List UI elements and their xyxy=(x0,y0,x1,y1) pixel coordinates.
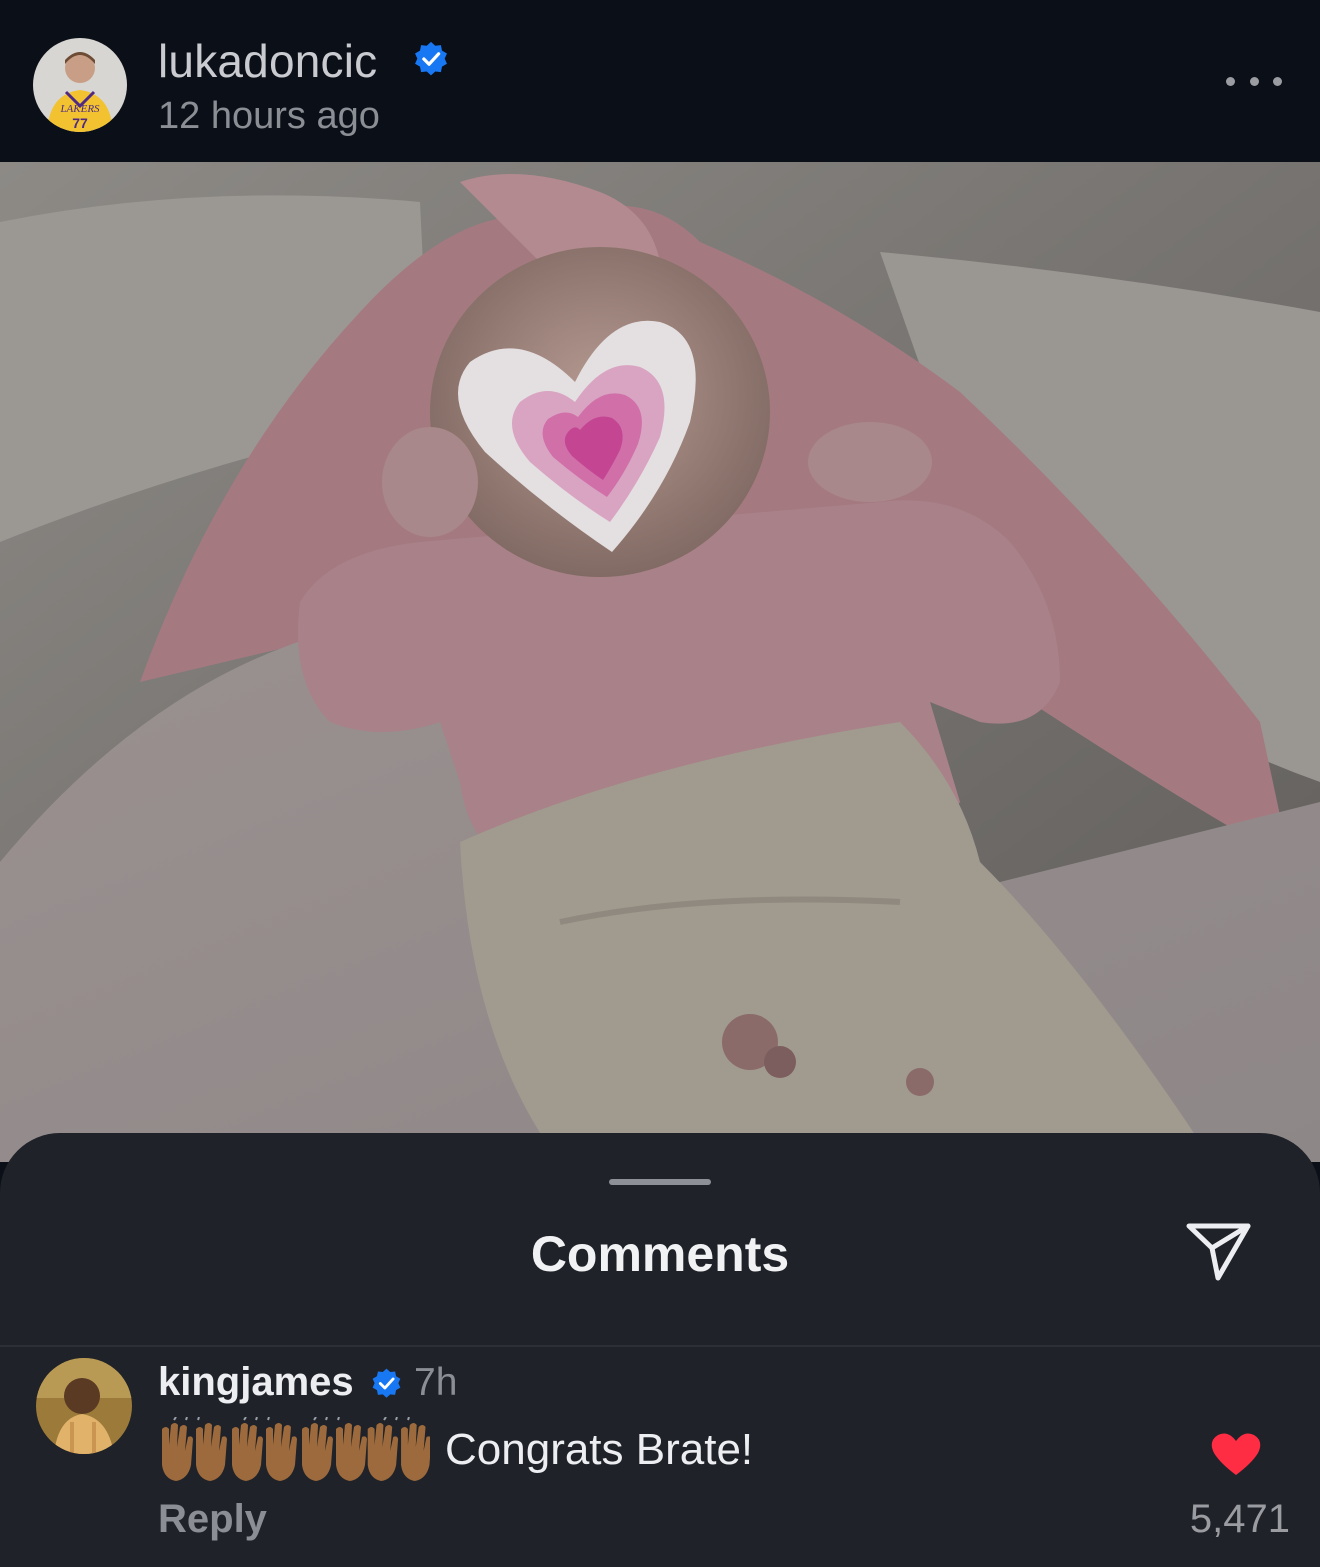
comment-item: kingjames 7h Congrats Brate! Reply 5,471 xyxy=(0,1347,1320,1567)
post-photo[interactable] xyxy=(0,162,1320,1162)
verified-badge-icon xyxy=(372,1368,401,1398)
comments-sheet: Comments kingjames 7h Congrats Brate! Re… xyxy=(0,1133,1320,1567)
svg-text:77: 77 xyxy=(72,115,88,131)
svg-text:LAKERS: LAKERS xyxy=(59,103,100,115)
comment-time: 7h xyxy=(414,1361,458,1404)
reply-button[interactable]: Reply xyxy=(158,1497,267,1542)
more-options-icon[interactable] xyxy=(1226,66,1282,96)
verified-badge-icon xyxy=(415,41,447,76)
post-header: LAKERS 77 lukadoncic 12 hours ago xyxy=(0,0,1320,162)
post-timestamp: 12 hours ago xyxy=(158,95,380,137)
send-icon[interactable] xyxy=(1184,1218,1254,1284)
dot xyxy=(1226,76,1235,86)
like-count: 5,471 xyxy=(1189,1497,1290,1541)
instagram-post-screen: LAKERS 77 lukadoncic 12 hours ago Commen… xyxy=(0,0,1320,1567)
commenter-avatar[interactable] xyxy=(36,1358,132,1454)
comments-title: Comments xyxy=(530,1226,790,1282)
dot xyxy=(1249,76,1259,86)
commenter-username[interactable]: kingjames xyxy=(158,1360,354,1405)
post-username[interactable]: lukadoncic xyxy=(158,34,377,88)
sheet-grabber[interactable] xyxy=(609,1179,711,1185)
avatar[interactable]: LAKERS 77 xyxy=(33,38,127,132)
dot xyxy=(1273,76,1282,86)
raised-hands-emoji-icon xyxy=(162,1417,430,1481)
heart-filled-icon[interactable] xyxy=(1210,1431,1262,1477)
comment-text: Congrats Brate! xyxy=(445,1425,754,1474)
